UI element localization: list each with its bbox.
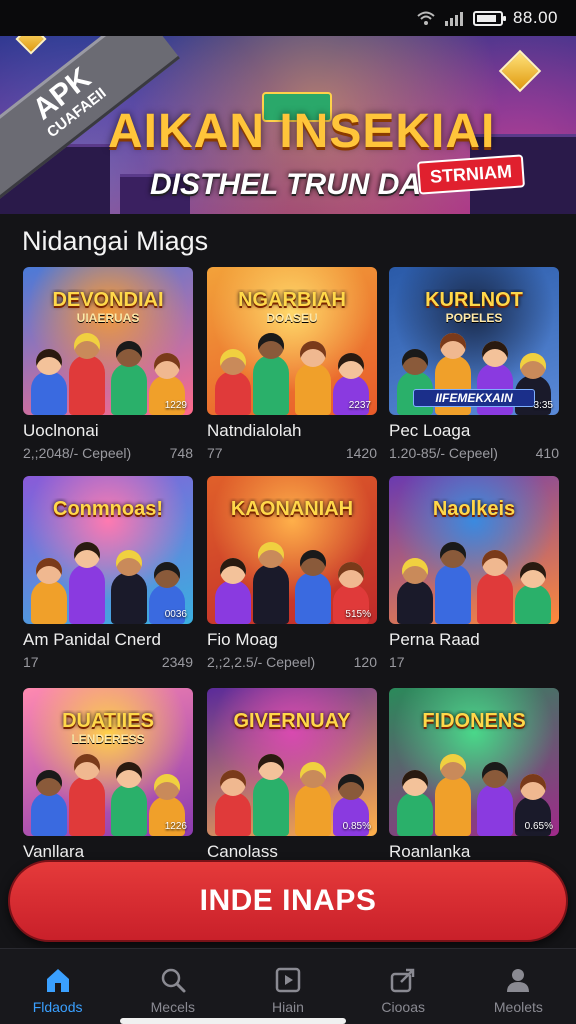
game-thumbnail[interactable]: FIDONENS 0.65% [389,688,559,836]
thumbnail-subtitle: LENDERESS [71,732,145,746]
game-meta-right: 748 [169,445,193,461]
thumbnail-badge: 2237 [348,400,371,411]
game-title[interactable]: Vanllara [23,842,193,862]
game-meta-left: 17 [389,654,405,670]
thumbnail-title: Conmnoas! [53,498,163,520]
game-thumbnail[interactable]: GIVERNUAY 0.85% [207,688,377,836]
game-card[interactable]: Conmnoas! 0036 Am Panidal Cnerd 17 2349 [23,476,193,670]
game-meta-left: 77 [207,445,223,461]
game-thumbnail[interactable]: NGARBIAH DOASEU 2237 [207,267,377,415]
game-meta: 2,;2048/- Cepeel) 748 [23,445,193,461]
game-meta-left: 17 [23,654,39,670]
nav-item-play[interactable]: Hiain [230,949,345,1024]
play-icon [273,965,303,995]
game-title[interactable]: Natndialolah [207,421,377,441]
game-title[interactable]: Fio Moag [207,630,377,650]
game-meta-left: 2,;2,2.5/- Cepeel) [207,654,316,670]
game-meta-right: 2349 [161,654,193,670]
game-card[interactable]: KAONANIAH 515% Fio Moag 2,;2,2.5/- Cepeel) 1… [207,476,377,670]
thumbnail-badge: 1226 [164,821,187,832]
game-thumbnail[interactable]: KAONANIAH 515% [207,476,377,624]
nav-item-share[interactable]: Ciooas [346,949,461,1024]
bottom-nav: Fldaods Mecels Hiain Ciooas Meolets [0,948,576,1024]
thumbnail-subtitle: UIAERUAS [76,311,140,325]
game-meta: 2,;2,2.5/- Cepeel) 120 [207,654,377,670]
thumbnail-title: GIVERNUAY [233,710,351,732]
game-card[interactable]: FIDONENS 0.65% Roanlanka [389,688,559,862]
battery-icon [472,10,506,26]
profile-icon [503,965,533,995]
game-title[interactable]: Roanlanka [389,842,559,862]
thumbnail-title: KURLNOT [425,289,523,311]
game-thumbnail[interactable]: DEVONDIAI UIAERUAS 1229 [23,267,193,415]
game-thumbnail[interactable]: KURLNOT POPELES IIFEMEKXAIN 3:35 [389,267,559,415]
thumbnail-title: DEVONDIAI [52,289,164,311]
thumbnail-subtitle: DOASEU [266,311,318,325]
game-meta: 1.20-85/- Cepeel) 410 [389,445,559,461]
nav-label-play: Hiain [272,999,304,1015]
thumbnail-badge: 0036 [164,609,187,620]
status-bar: 88.00 [0,0,576,36]
search-icon [158,965,188,995]
nav-label-profile: Meolets [493,999,543,1015]
game-card[interactable]: KURLNOT POPELES IIFEMEKXAIN 3:35 Pec Loaga 1.… [389,267,559,461]
install-apps-button[interactable]: INDE INAPS [8,860,568,942]
game-meta-left: 1.20-85/- Cepeel) [389,445,498,461]
game-card[interactable]: NGARBIAH DOASEU 2237 Natndialolah 77 1420 [207,267,377,461]
wifi-icon [417,10,435,26]
game-meta-right: 120 [353,654,377,670]
nav-label-home: Fldaods [32,999,83,1015]
thumbnail-title: KAONANIAH [230,498,354,520]
thumbnail-strip: IIFEMEKXAIN [413,389,535,407]
thumbnail-badge: 515% [345,609,371,620]
game-title[interactable]: Perna Raad [389,630,559,650]
game-meta-left: 2,;2048/- Cepeel) [23,445,132,461]
nav-item-profile[interactable]: Meolets [461,949,576,1024]
thumbnail-title: FIDONENS [422,710,526,732]
banner-subtitle: DISTHEL TRUN DA [150,168,422,201]
game-thumbnail[interactable]: Conmnoas! 0036 [23,476,193,624]
game-thumbnail[interactable]: DUATIIES LENDERESS 1226 [23,688,193,836]
game-card[interactable]: DEVONDIAI UIAERUAS 1229 Uoclnonai 2,;2048/- … [23,267,193,461]
thumbnail-badge: 1229 [164,400,187,411]
game-meta-right: 1420 [345,445,377,461]
nav-label-share: Ciooas [381,999,425,1015]
game-title[interactable]: Pec Loaga [389,421,559,441]
nav-item-search[interactable]: Mecels [115,949,230,1024]
thumbnail-badge: 3:35 [533,400,553,411]
section-title: Nidangai Miags [22,226,209,256]
game-meta: 77 1420 [207,445,377,461]
game-card[interactable]: GIVERNUAY 0.85% Canolass [207,688,377,862]
nav-label-search: Mecels [150,999,195,1015]
nav-item-home[interactable]: Fldaods [0,949,115,1024]
game-title[interactable]: Uoclnonai [23,421,193,441]
game-card[interactable]: DUATIIES LENDERESS 1226 Vanllara [23,688,193,862]
game-title[interactable]: Canolass [207,842,377,862]
game-card[interactable]: Naolkeis Perna Raad 17 [389,476,559,670]
thumbnail-badge: 0.65% [524,821,553,832]
game-meta: 17 [389,654,559,670]
game-thumbnail[interactable]: Naolkeis [389,476,559,624]
game-meta: 17 2349 [23,654,193,670]
home-icon [43,965,73,995]
thumbnail-subtitle: POPELES [445,311,503,325]
status-time: 88.00 [512,8,558,27]
game-meta-right: 410 [535,445,559,461]
thumbnail-badge: 0.85% [342,821,371,832]
home-indicator [120,1018,346,1024]
banner-title: AIKAN INSEKIAI [108,105,496,158]
share-icon [388,965,418,995]
thumbnail-title: NGARBIAH [238,289,346,311]
thumbnail-title: Naolkeis [432,498,516,520]
game-title[interactable]: Am Panidal Cnerd [23,630,193,650]
thumbnail-title: DUATIIES [62,710,154,732]
signal-icon [444,10,463,26]
